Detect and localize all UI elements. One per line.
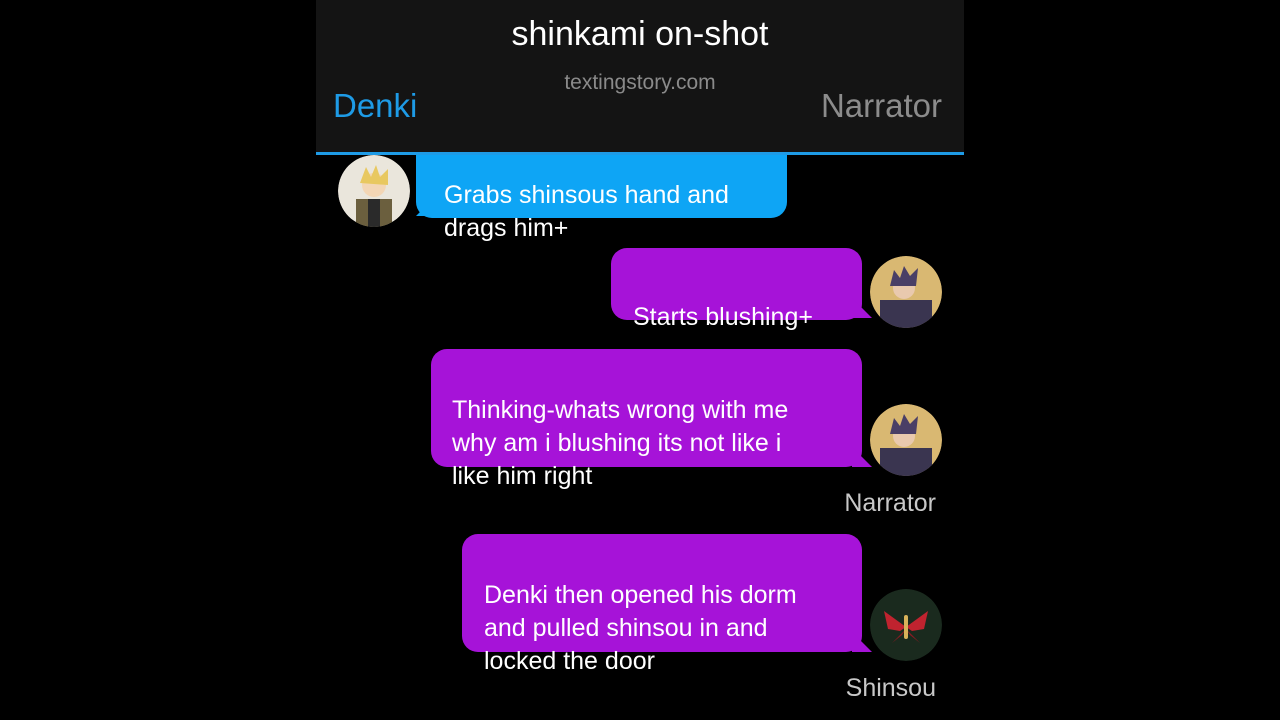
- chat-screen: Grabs shinsous hand and drags him+ Start…: [316, 0, 964, 720]
- bubble-tail: [852, 298, 872, 318]
- bubble-tail: [852, 447, 872, 467]
- denki-avatar[interactable]: [338, 155, 410, 227]
- message-bubble-narrator[interactable]: Starts blushing+: [611, 248, 862, 331]
- message-text: Thinking-whats wrong with me why am i bl…: [452, 396, 789, 490]
- narrator-avatar[interactable]: [870, 404, 942, 476]
- narrator-avatar[interactable]: [870, 256, 942, 328]
- contact-tab-denki[interactable]: Denki: [333, 86, 417, 126]
- sender-label: Shinsou: [845, 674, 936, 702]
- shinsou-avatar[interactable]: [870, 589, 942, 661]
- story-title: shinkami on-shot: [511, 15, 769, 53]
- contact-tab-narrator[interactable]: Narrator: [821, 86, 942, 126]
- message-bubble-shinsou[interactable]: Denki then opened his dorm and pulled sh…: [462, 534, 862, 675]
- bubble-tail: [852, 632, 872, 652]
- message-bubble-narrator[interactable]: Thinking-whats wrong with me why am i bl…: [431, 349, 862, 490]
- sender-label: Narrator: [844, 489, 936, 517]
- chat-header: shinkami on-shot textingstory.com Denki …: [316, 0, 964, 155]
- message-text: Grabs shinsous hand and drags him+: [444, 181, 729, 242]
- message-text: Denki then opened his dorm and pulled sh…: [484, 581, 797, 675]
- message-text: Starts blushing+: [633, 303, 813, 331]
